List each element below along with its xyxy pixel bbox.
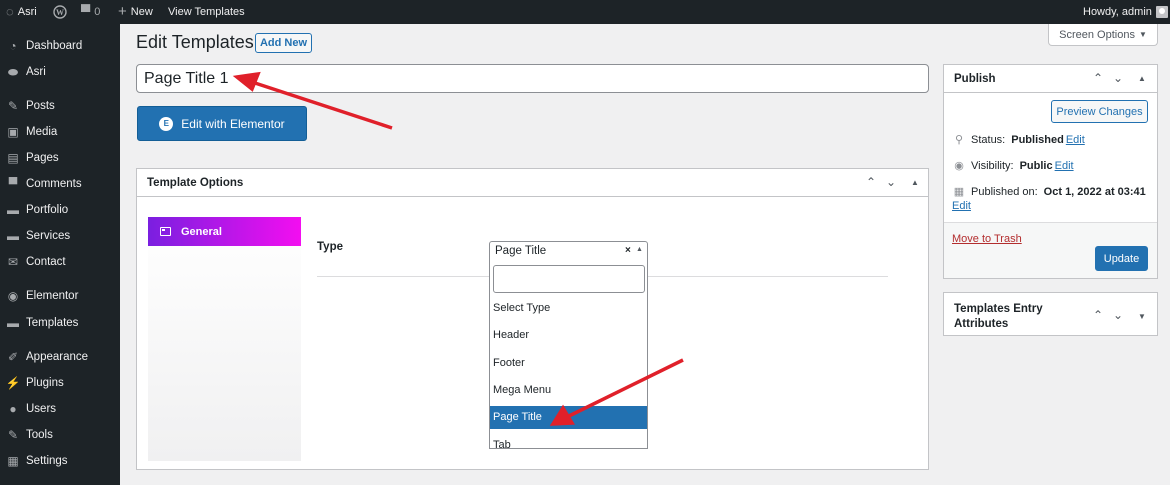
arrow-head-title [232, 71, 261, 92]
arrow-head-option [549, 404, 575, 426]
arrow-to-title [251, 80, 393, 130]
arrow-to-page-title-option [566, 358, 684, 419]
annotation-arrows [232, 71, 684, 426]
